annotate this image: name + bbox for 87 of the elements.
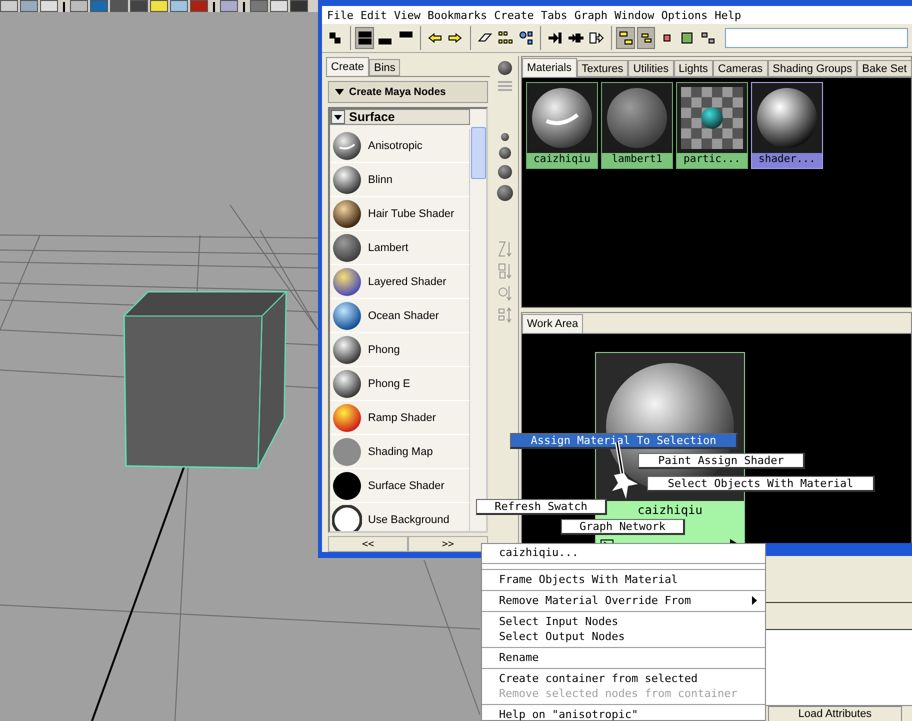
submenu-arrow-icon xyxy=(752,596,757,605)
marking-menu-item[interactable]: Paint Assign Shader xyxy=(638,453,805,469)
context-menu-item[interactable]: Remove Material Override From xyxy=(482,593,765,608)
marking-menu-item[interactable]: Select Objects With Material xyxy=(647,476,875,492)
triangle-down-icon[interactable] xyxy=(335,89,344,95)
context-menu-item[interactable]: Select Input Nodes xyxy=(482,614,765,629)
section-title: Create Maya Nodes xyxy=(349,86,446,98)
shader-swatch-icon xyxy=(332,266,362,296)
menu-item[interactable]: Window xyxy=(614,8,654,22)
shader-swatch-icon xyxy=(332,334,362,364)
expand-icon[interactable] xyxy=(679,30,696,46)
node-type-item[interactable]: Hair Tube Shader xyxy=(368,208,454,220)
node-type-item[interactable]: Anisotropic xyxy=(368,140,422,152)
menu-item[interactable]: Options xyxy=(661,8,708,22)
material-preview-icon xyxy=(606,87,668,149)
menu-item[interactable]: Tabs xyxy=(540,8,568,22)
nav-button[interactable]: << xyxy=(328,536,408,552)
material-swatch[interactable]: partic... xyxy=(676,82,748,169)
context-menu-item[interactable]: Frame Objects With Material xyxy=(482,572,765,587)
shader-swatch-icon xyxy=(332,232,362,262)
sphere-icon xyxy=(500,132,510,142)
category-title: Surface xyxy=(349,110,395,124)
shader-swatch-icon xyxy=(332,164,362,194)
node-type-item[interactable]: Blinn xyxy=(368,174,392,186)
shader-swatch-icon xyxy=(332,402,362,432)
menu-item[interactable]: Help xyxy=(714,8,742,22)
sphere-icon xyxy=(497,60,513,76)
sphere-icon xyxy=(496,184,514,202)
shader-swatch-icon xyxy=(332,130,362,160)
context-menu-item[interactable]: Select Output Nodes xyxy=(482,629,765,644)
material-swatch[interactable]: shader... xyxy=(751,82,823,169)
panel-tab[interactable]: Create xyxy=(326,57,370,76)
node-type-item[interactable]: Use Background xyxy=(368,514,450,526)
graph-icon[interactable] xyxy=(618,30,634,46)
left-arrow-icon[interactable] xyxy=(426,30,443,46)
right-arrow-icon[interactable] xyxy=(447,30,464,46)
sphere-icon xyxy=(497,164,513,180)
material-preview-icon xyxy=(681,87,743,149)
context-menu-item[interactable]: Rename xyxy=(482,650,765,665)
node-type-item[interactable]: Phong xyxy=(368,344,400,356)
output-icon[interactable] xyxy=(588,30,604,46)
shader-swatch-icon xyxy=(332,300,362,330)
node-type-item[interactable]: Ocean Shader xyxy=(368,310,439,322)
menu-item[interactable]: Graph xyxy=(574,8,608,22)
node-type-item[interactable]: Phong E xyxy=(368,378,410,390)
marking-menu-item[interactable]: Assign Material To Selection xyxy=(510,433,738,449)
shader-swatch-icon xyxy=(332,368,362,398)
context-menu-item[interactable]: Help on "anisotropic" xyxy=(482,707,765,721)
menu-item[interactable]: File xyxy=(327,8,354,22)
sphere-icon xyxy=(498,146,512,160)
marking-menu-item[interactable]: Refresh Swatch xyxy=(476,499,607,515)
node-type-item[interactable]: Shading Map xyxy=(368,446,433,458)
menu-item[interactable]: Edit xyxy=(360,8,387,22)
material-preview-icon xyxy=(756,87,818,149)
shader-swatch-icon xyxy=(332,198,362,228)
material-swatch[interactable]: caizhiqiu xyxy=(526,82,598,169)
shader-swatch-icon xyxy=(332,470,362,500)
shader-swatch-icon xyxy=(332,436,362,466)
work-area-tab[interactable]: Work Area xyxy=(522,314,584,333)
node-type-item[interactable]: Layered Shader xyxy=(368,276,446,288)
browser-tab[interactable]: Shading Groups xyxy=(768,60,858,77)
nav-button[interactable]: >> xyxy=(408,536,488,552)
browser-tab[interactable]: Textures xyxy=(576,60,628,77)
node-type-item[interactable]: Lambert xyxy=(368,242,408,254)
context-menu-item[interactable]: Create container from selected xyxy=(482,671,765,686)
network-icon[interactable] xyxy=(518,30,534,46)
browser-tab[interactable]: Utilities xyxy=(628,60,674,77)
layout-icon[interactable] xyxy=(356,30,373,46)
node-type-item[interactable]: Surface Shader xyxy=(368,480,444,492)
input-icon[interactable] xyxy=(547,30,564,46)
browser-tab[interactable]: Materials xyxy=(522,58,577,77)
browser-tab[interactable]: Bake Set xyxy=(857,60,912,77)
shader-swatch-icon xyxy=(332,504,362,531)
material-preview-icon xyxy=(531,87,593,149)
menu-item[interactable]: Create xyxy=(494,8,534,22)
menu-item[interactable]: View xyxy=(394,8,420,22)
browser-tab[interactable]: Cameras xyxy=(713,60,768,77)
marking-menu-item[interactable]: Graph Network xyxy=(561,519,685,535)
flow-icon[interactable] xyxy=(700,30,716,46)
load-attributes-button[interactable]: Load Attributes xyxy=(768,706,902,721)
panel-tab[interactable]: Bins xyxy=(369,59,400,76)
triangle-down-icon[interactable] xyxy=(331,110,345,124)
browser-tab[interactable]: Lights xyxy=(674,60,714,77)
menu-item[interactable]: Bookmarks xyxy=(428,8,488,22)
material-swatch[interactable]: lambert1 xyxy=(601,82,673,169)
search-field[interactable] xyxy=(724,28,908,48)
node-type-item[interactable]: Ramp Shader xyxy=(368,412,436,424)
